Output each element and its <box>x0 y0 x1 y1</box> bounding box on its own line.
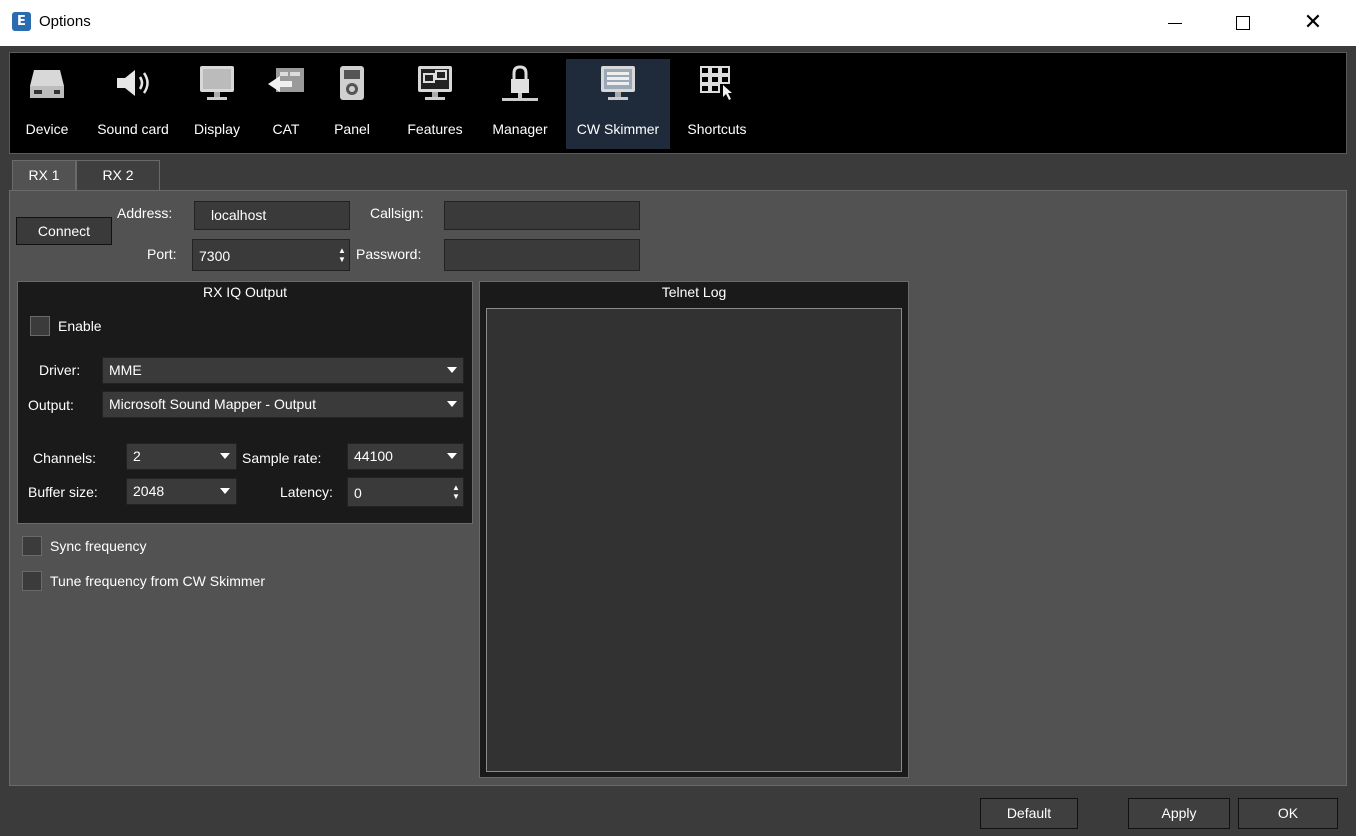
toolbar-label: Panel <box>334 121 370 137</box>
channels-select[interactable]: 2 <box>126 443 237 470</box>
port-spinbox[interactable]: 7300 ▲ ▼ <box>192 239 350 271</box>
telnet-log-group: Telnet Log <box>479 281 909 778</box>
toolbar-label: Sound card <box>97 121 169 137</box>
spin-arrows-icon[interactable]: ▲ ▼ <box>451 483 461 501</box>
app-icon: E <box>12 12 31 31</box>
callsign-input[interactable] <box>444 201 640 230</box>
close-icon: ✕ <box>1303 10 1323 35</box>
toolbar-label: CW Skimmer <box>576 121 660 137</box>
password-label: Password: <box>356 246 422 262</box>
spin-arrows-icon[interactable]: ▲ ▼ <box>337 246 347 264</box>
group-title: Telnet Log <box>661 284 727 300</box>
toolbar-item-features[interactable]: Features <box>394 59 476 149</box>
driver-label: Driver: <box>39 362 81 378</box>
toolbar-item-display[interactable]: Display <box>182 59 252 149</box>
toolbar-item-sound-card[interactable]: Sound card <box>86 59 180 149</box>
sync-frequency-checkbox[interactable] <box>22 536 42 556</box>
apply-button[interactable]: Apply <box>1128 798 1230 829</box>
panel-icon <box>330 59 374 107</box>
sample-rate-select[interactable]: 44100 <box>347 443 464 470</box>
buffer-size-label: Buffer size: <box>28 484 98 500</box>
address-label: Address: <box>117 205 173 221</box>
output-select[interactable]: Microsoft Sound Mapper - Output <box>102 391 464 418</box>
port-value: 7300 <box>199 248 231 264</box>
sync-frequency-label: Sync frequency <box>50 538 147 554</box>
sample-rate-label: Sample rate: <box>242 450 322 466</box>
keyboard-icon <box>695 59 739 107</box>
channels-value: 2 <box>133 448 141 464</box>
output-value: Microsoft Sound Mapper - Output <box>109 396 316 412</box>
toolbar-label: CAT <box>272 121 300 137</box>
minimize-button[interactable] <box>1152 0 1198 46</box>
connect-button[interactable]: Connect <box>16 217 112 245</box>
callsign-label: Callsign: <box>370 205 424 221</box>
toolbar-item-shortcuts[interactable]: Shortcuts <box>674 59 760 149</box>
telnet-log-area[interactable] <box>486 308 902 772</box>
password-input[interactable] <box>444 239 640 271</box>
chevron-down-icon <box>220 453 230 459</box>
rx-iq-output-group: RX IQ Output Enable Driver: MME Output: … <box>17 281 473 524</box>
toolbar-label: Device <box>25 121 69 137</box>
driver-select[interactable]: MME <box>102 357 464 384</box>
maximize-button[interactable] <box>1220 0 1266 46</box>
device-icon <box>25 59 69 107</box>
window-title: Options <box>39 13 91 30</box>
chevron-down-icon <box>447 453 457 459</box>
tune-frequency-label: Tune frequency from CW Skimmer <box>50 573 265 589</box>
ok-button[interactable]: OK <box>1238 798 1338 829</box>
toolbar-item-cw-skimmer[interactable]: CW Skimmer <box>566 59 670 149</box>
latency-spinbox[interactable]: 0 ▲ ▼ <box>347 477 464 507</box>
title-bar: E Options ✕ <box>0 0 1356 46</box>
latency-label: Latency: <box>280 484 333 500</box>
default-button[interactable]: Default <box>980 798 1078 829</box>
lock-icon <box>498 59 542 107</box>
output-label: Output: <box>28 397 74 413</box>
cw-skimmer-icon <box>596 59 640 107</box>
channels-label: Channels: <box>33 450 97 466</box>
maximize-icon <box>1236 16 1250 30</box>
toolbar-item-device[interactable]: Device <box>12 59 82 149</box>
rx1-settings-panel: Connect Address: localhost Callsign: Por… <box>9 190 1347 786</box>
options-dialog: Device Sound card Display CAT Panel Feat… <box>0 46 1356 836</box>
port-label: Port: <box>147 246 177 262</box>
enable-checkbox[interactable] <box>30 316 50 336</box>
chevron-down-icon <box>447 401 457 407</box>
address-input[interactable]: localhost <box>194 201 350 230</box>
monitor-icon <box>195 59 239 107</box>
tab-rx1[interactable]: RX 1 <box>12 160 76 190</box>
toolbar-item-cat[interactable]: CAT <box>254 59 318 149</box>
driver-value: MME <box>109 362 142 378</box>
minimize-icon <box>1168 22 1182 24</box>
cat-icon <box>264 59 308 107</box>
buffer-size-value: 2048 <box>133 483 165 499</box>
tune-frequency-checkbox[interactable] <box>22 571 42 591</box>
close-button[interactable]: ✕ <box>1290 0 1336 46</box>
buffer-size-select[interactable]: 2048 <box>126 478 237 505</box>
chevron-down-icon <box>447 367 457 373</box>
chevron-down-icon <box>220 488 230 494</box>
category-toolbar: Device Sound card Display CAT Panel Feat… <box>9 52 1347 154</box>
toolbar-label: Display <box>194 121 240 137</box>
speaker-icon <box>111 59 155 107</box>
enable-label: Enable <box>58 318 102 334</box>
latency-value: 0 <box>354 485 362 501</box>
toolbar-item-panel[interactable]: Panel <box>324 59 380 149</box>
sample-rate-value: 44100 <box>354 448 393 464</box>
toolbar-label: Features <box>407 121 463 137</box>
group-title: RX IQ Output <box>202 284 288 300</box>
toolbar-item-manager[interactable]: Manager <box>482 59 558 149</box>
tab-rx2[interactable]: RX 2 <box>76 160 160 190</box>
toolbar-label: Manager <box>492 121 548 137</box>
features-icon <box>413 59 457 107</box>
toolbar-label: Shortcuts <box>687 121 747 137</box>
